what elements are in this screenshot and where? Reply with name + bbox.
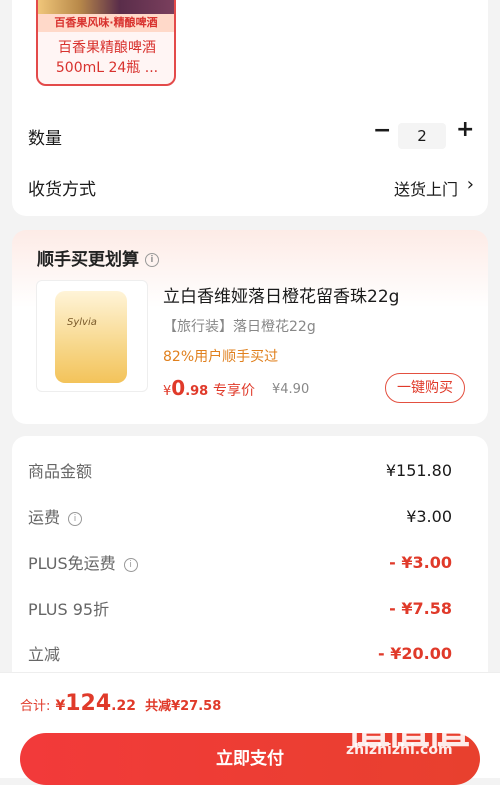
delivery-method-label: 收货方式 <box>28 180 96 200</box>
fee-label-text: PLUS 95折 <box>28 600 110 619</box>
product-title-line1: 百香果精酿啤酒 <box>58 40 156 56</box>
product-thumbnail-card[interactable]: 百香果风味·精酿啤酒 百香果精酿啤酒 500mL 24瓶 ... <box>36 0 176 86</box>
quantity-input[interactable]: 2 <box>398 123 446 149</box>
fee-value: - ¥7.58 <box>389 599 452 618</box>
upsell-title: 顺手买更划算 i <box>37 245 159 270</box>
price-breakdown-card: 商品金额 ¥151.80 运费 i ¥3.00 PLUS免运费 i - ¥3.00 PLUS 9… <box>12 436 488 696</box>
product-package-graphic: Sylvia <box>55 291 127 383</box>
total-currency: ¥ <box>55 698 66 714</box>
upsell-product-spec: 【旅行装】落日橙花22g <box>163 319 316 335</box>
pay-now-button[interactable]: 立即支付 <box>20 733 480 785</box>
fee-label: PLUS 95折 <box>28 596 109 620</box>
total-saved: 共减¥27.58 <box>145 699 222 714</box>
one-click-buy-button[interactable]: 一键购买 <box>385 373 465 403</box>
fee-label-text: 商品金额 <box>28 462 93 481</box>
exclusive-price-label: 专享价 <box>213 383 255 399</box>
info-icon[interactable]: i <box>68 511 83 526</box>
delivery-method-value[interactable]: 送货上门 <box>394 176 458 200</box>
price-integer: 0 <box>171 376 186 400</box>
fee-value: - ¥20.00 <box>378 644 452 663</box>
order-item-card: 百香果风味·精酿啤酒 百香果精酿啤酒 500mL 24瓶 ... 数量 − 2 … <box>12 0 488 216</box>
upsell-title-text: 顺手买更划算 <box>37 250 139 270</box>
brand-logo: Sylvia <box>67 317 97 328</box>
info-icon[interactable]: i <box>123 557 138 572</box>
total-integer: 124 <box>65 691 112 716</box>
quantity-label: 数量 <box>28 129 62 149</box>
quantity-minus-button[interactable]: − <box>373 120 391 142</box>
checkout-bar: 合计: ¥124.22 共减¥27.58 立即支付 <box>0 672 500 785</box>
upsell-price: ¥0.98 <box>163 376 208 400</box>
fee-value: ¥151.80 <box>385 461 452 480</box>
fee-value: ¥3.00 <box>406 507 452 526</box>
quantity-plus-button[interactable]: + <box>456 119 474 141</box>
fee-label: 商品金额 <box>28 458 92 482</box>
fee-label-text: 立减 <box>28 645 61 664</box>
price-decimal: .98 <box>185 384 209 399</box>
fee-value: - ¥3.00 <box>389 553 452 572</box>
info-icon[interactable]: i <box>144 253 159 267</box>
total-label: 合计: <box>20 699 51 714</box>
fee-label-text: 运费 <box>28 508 61 527</box>
order-total: 合计: ¥124.22 共减¥27.58 <box>20 691 221 716</box>
product-title: 百香果精酿啤酒 500mL 24瓶 ... <box>46 38 168 78</box>
fee-label: PLUS免运费 i <box>28 550 138 574</box>
fee-label-text: PLUS免运费 <box>28 554 116 573</box>
original-price: ¥4.90 <box>272 382 310 397</box>
product-banner: 百香果风味·精酿啤酒 <box>38 14 174 32</box>
upsell-card: 顺手买更划算 i Sylvia 立白香维娅落日橙花留香珠22g 【旅行装】落日橙… <box>12 230 488 424</box>
fee-label: 立减 <box>28 641 60 665</box>
upsell-buy-rate: 82%用户顺手买过 <box>163 349 279 365</box>
fee-label: 运费 i <box>28 504 83 528</box>
upsell-product-image[interactable]: Sylvia <box>36 280 148 392</box>
upsell-product-name[interactable]: 立白香维娅落日橙花留香珠22g <box>163 282 399 307</box>
product-title-line2: 500mL 24瓶 ... <box>55 60 159 76</box>
chevron-right-icon[interactable]: › <box>467 174 474 195</box>
total-decimal: .22 <box>111 698 136 714</box>
